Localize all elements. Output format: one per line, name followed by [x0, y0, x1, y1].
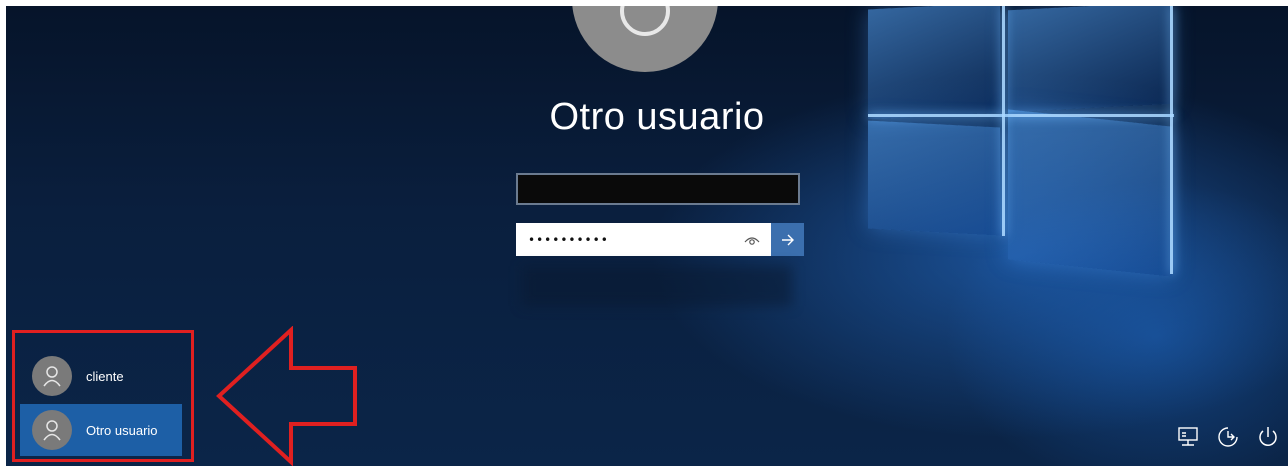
arrow-right-icon	[781, 234, 794, 245]
user-name-title: Otro usuario	[549, 96, 765, 138]
user-avatar-large	[572, 6, 718, 72]
system-tray	[1174, 422, 1288, 452]
highlight-box	[12, 330, 194, 462]
ease-of-access-button[interactable]	[1214, 422, 1242, 452]
person-icon	[620, 6, 670, 36]
submit-button[interactable]	[771, 223, 804, 256]
password-row: ••••••••••	[516, 223, 804, 256]
ease-of-access-icon	[1218, 427, 1238, 447]
network-button[interactable]	[1174, 422, 1202, 452]
password-input[interactable]: ••••••••••	[516, 223, 771, 256]
power-icon	[1259, 427, 1277, 446]
network-icon	[1178, 427, 1198, 446]
lock-screen: Otro usuario •••••••••• cliente Otro usu…	[6, 6, 1288, 466]
username-input[interactable]	[516, 173, 800, 205]
eye-icon[interactable]	[743, 231, 761, 249]
blurred-area	[522, 266, 792, 306]
power-button[interactable]	[1254, 422, 1282, 452]
password-masked-value: ••••••••••	[528, 232, 609, 247]
windows-logo-edge-right	[1170, 6, 1173, 274]
annotation-arrow	[216, 326, 357, 466]
